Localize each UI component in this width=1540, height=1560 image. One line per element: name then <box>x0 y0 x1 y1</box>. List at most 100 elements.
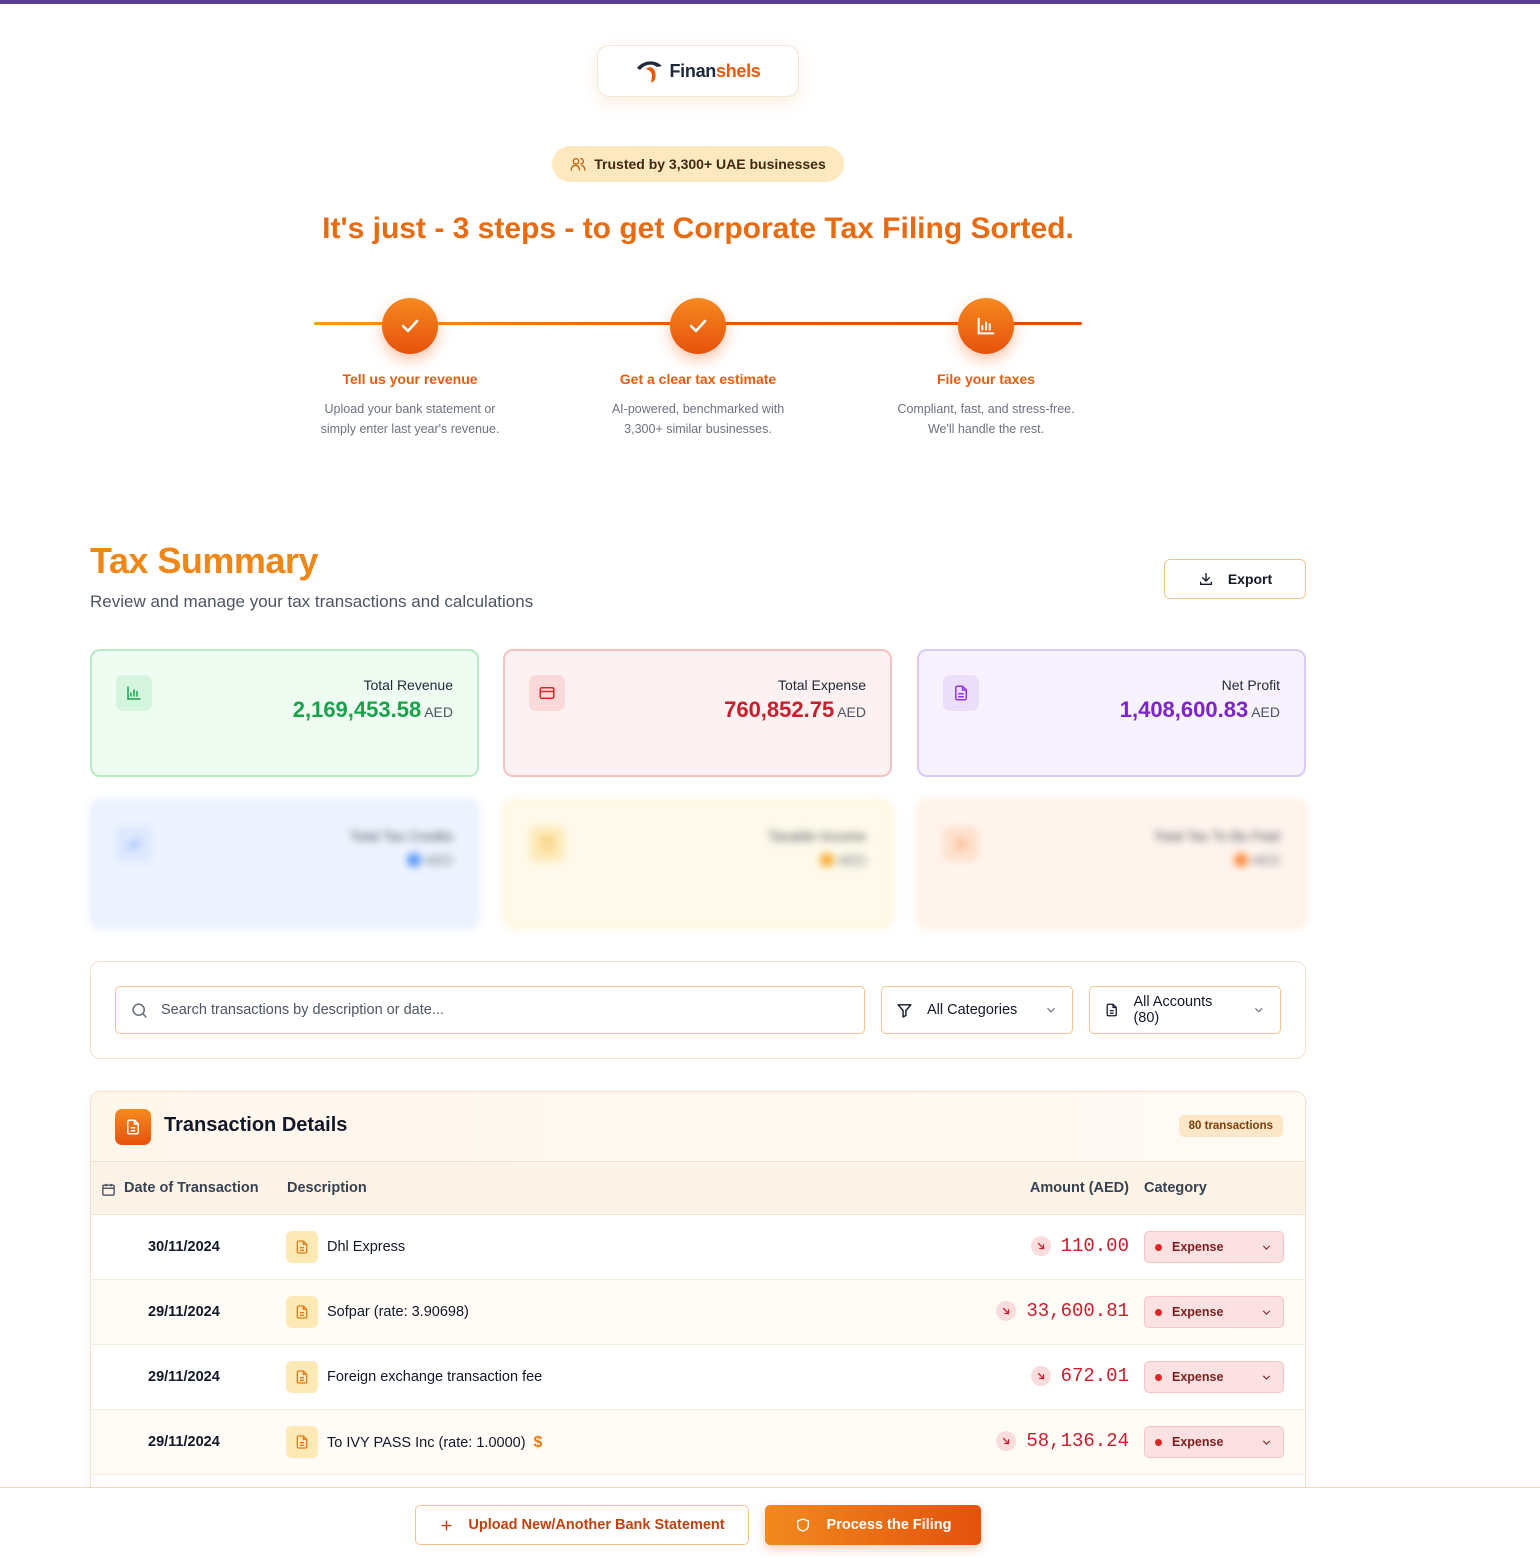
column-category[interactable]: Category <box>1144 1180 1207 1196</box>
step-description: Upload your bank statement or simply ente… <box>320 402 500 436</box>
row-date: 29/11/2024 <box>148 1304 220 1320</box>
row-description: Sofpar (rate: 3.90698) <box>327 1304 469 1320</box>
category-select[interactable]: All Categories <box>881 986 1073 1034</box>
step-2-indicator <box>670 298 726 354</box>
tax-icon <box>943 826 979 862</box>
account-select[interactable]: All Accounts (80) <box>1089 986 1281 1034</box>
row-amount: 33,600.81 <box>996 1300 1129 1322</box>
process-filing-button[interactable]: Process the Filing <box>765 1505 981 1545</box>
column-date[interactable]: Date of Transaction <box>124 1180 259 1196</box>
table-row[interactable]: 29/11/2024 To IVY PASS Inc (rate: 1.0000… <box>91 1410 1305 1475</box>
chevron-down-icon <box>1262 1374 1271 1380</box>
plus-icon <box>441 1519 452 1531</box>
category-dropdown[interactable]: Expense <box>1144 1426 1284 1458</box>
arrow-down-right-icon <box>996 1431 1017 1451</box>
step-title: File your taxes <box>936 371 1036 387</box>
status-dot <box>1155 1438 1162 1446</box>
row-description: To IVY PASS Inc (rate: 1.0000) $ <box>327 1434 543 1451</box>
transaction-table-title: Transaction Details <box>164 1114 348 1136</box>
check-icon <box>689 319 707 333</box>
category-dropdown[interactable]: Expense <box>1144 1231 1284 1263</box>
users-icon <box>570 158 586 171</box>
action-bar: Upload New/Another Bank Statement Proces… <box>0 1487 1540 1560</box>
step-title: Tell us your revenue <box>342 371 478 387</box>
brand-name: Finanshels <box>669 60 761 81</box>
receipt-icon <box>286 1231 318 1263</box>
step-2: Get a clear tax estimate AI-powered, ben… <box>583 371 813 439</box>
chevron-down-icon <box>1262 1309 1271 1315</box>
total-expense-card: Total Expense 760,852.75 AED <box>503 649 892 777</box>
chevron-down-icon <box>1047 1007 1055 1013</box>
row-amount: 672.01 <box>1030 1365 1129 1387</box>
arrow-down-right-icon <box>1030 1366 1051 1386</box>
trust-badge: Trusted by 3,300+ UAE businesses <box>552 146 844 182</box>
trust-text: Trusted by 3,300+ UAE businesses <box>594 156 826 172</box>
transaction-count-badge: 80 transactions <box>1178 1115 1283 1137</box>
check-icon <box>401 319 419 333</box>
net-profit-card: Net Profit 1,408,600.83 AED <box>917 649 1306 777</box>
row-description: Dhl Express <box>327 1239 406 1255</box>
total-tax-to-be-paid-card: Total Tax To Be Paid AED <box>917 800 1306 928</box>
calendar-icon <box>102 1183 115 1196</box>
category-dropdown[interactable]: Expense <box>1144 1361 1284 1393</box>
export-label: Export <box>1227 571 1273 587</box>
search-input[interactable] <box>161 1002 841 1018</box>
chevron-down-icon <box>1255 1007 1264 1013</box>
upload-statement-button[interactable]: Upload New/Another Bank Statement <box>415 1505 749 1545</box>
column-description[interactable]: Description <box>287 1180 367 1196</box>
section-title: Tax Summary <box>90 540 318 581</box>
card-label: Total Tax Credits <box>349 828 453 844</box>
bar-chart-icon <box>116 675 152 711</box>
card-value: AED <box>1234 852 1280 868</box>
table-row[interactable]: 29/11/2024 Foreign exchange transaction … <box>91 1345 1305 1410</box>
card-label: Taxable Income <box>767 828 866 844</box>
brand-logo[interactable]: Finanshels <box>597 45 799 97</box>
filter-icon <box>897 1003 912 1018</box>
receipt-icon <box>286 1296 318 1328</box>
document-icon <box>115 1109 151 1145</box>
export-button[interactable]: Export <box>1164 559 1306 599</box>
row-date: 30/11/2024 <box>148 1239 220 1255</box>
search-icon <box>132 1002 147 1018</box>
credit-card-icon <box>529 675 565 711</box>
row-amount: 58,136.24 <box>996 1430 1129 1452</box>
card-value: 1,408,600.83 AED <box>1119 697 1280 722</box>
dollar-icon: $ <box>533 1434 543 1451</box>
card-label: Net Profit <box>1221 677 1280 693</box>
row-description: Foreign exchange transaction fee <box>327 1369 543 1385</box>
brand-mark-icon <box>637 61 663 83</box>
search-box[interactable] <box>115 986 865 1034</box>
step-3-indicator <box>958 298 1014 354</box>
card-value: AED <box>407 852 453 868</box>
table-row[interactable]: 30/11/2024 Dhl Express 110.00 Expense <box>91 1215 1305 1280</box>
transaction-table-header: Transaction Details 80 transactions <box>91 1092 1305 1162</box>
card-label: Total Revenue <box>363 677 453 693</box>
document-icon <box>1106 1003 1117 1017</box>
status-dot <box>1155 1308 1162 1316</box>
download-icon <box>1199 573 1212 585</box>
calculator-icon <box>529 826 565 862</box>
card-value: 760,852.75 AED <box>724 697 866 722</box>
table-column-headers: Date of Transaction Description Amount (… <box>91 1162 1305 1215</box>
shield-icon <box>796 1518 809 1532</box>
chevron-down-icon <box>1262 1439 1271 1445</box>
account-select-value: All Accounts (80) <box>1133 994 1213 1026</box>
check-icon <box>116 826 152 862</box>
arrow-down-right-icon <box>996 1301 1017 1321</box>
column-amount[interactable]: Amount (AED) <box>1030 1180 1129 1196</box>
arrow-down-right-icon <box>1030 1236 1051 1256</box>
row-date: 29/11/2024 <box>148 1369 220 1385</box>
upload-statement-label: Upload New/Another Bank Statement <box>468 1517 725 1533</box>
card-value: AED <box>820 852 866 868</box>
receipt-icon <box>286 1361 318 1393</box>
taxable-income-card: Taxable Income AED <box>503 800 892 928</box>
process-filing-label: Process the Filing <box>826 1517 952 1533</box>
table-row[interactable]: 29/11/2024 Sofpar (rate: 3.90698) 33,600… <box>91 1280 1305 1345</box>
step-1-indicator <box>382 298 438 354</box>
category-select-value: All Categories <box>927 1002 1018 1018</box>
card-label: Total Tax To Be Paid <box>1153 828 1280 844</box>
card-label: Total Expense <box>778 677 866 693</box>
step-title: Get a clear tax estimate <box>619 371 777 387</box>
step-3: File your taxes Compliant, fast, and str… <box>871 371 1101 439</box>
category-dropdown[interactable]: Expense <box>1144 1296 1284 1328</box>
